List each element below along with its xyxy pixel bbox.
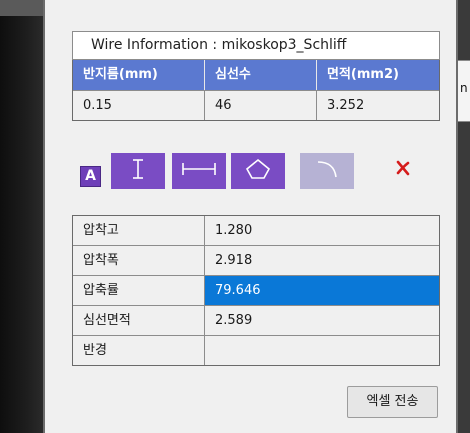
value-strand-count: 46: [205, 90, 317, 120]
arc-tool-button[interactable]: [300, 153, 354, 189]
row-label: 심선면적: [73, 306, 205, 335]
clear-measurement-button[interactable]: [392, 159, 414, 181]
measurement-panel: Wire Information : mikoskop3_Schliff 반지름…: [43, 0, 458, 433]
text-cursor-icon: [128, 157, 148, 185]
row-label: 압착폭: [73, 246, 205, 275]
measurement-table: 압착고 1.280 압착폭 2.918 압축률 79.646 심선면적 2.58…: [72, 215, 440, 366]
text-cursor-tool-button[interactable]: [111, 153, 165, 189]
red-x-icon: [394, 159, 412, 181]
polygon-tool-button[interactable]: [231, 153, 285, 189]
background-window-left: [0, 0, 43, 433]
row-value[interactable]: 2.918: [205, 246, 439, 275]
background-window-edge: [0, 0, 43, 16]
row-label: 압착고: [73, 216, 205, 245]
table-row[interactable]: 반경: [73, 335, 439, 365]
export-excel-button[interactable]: 엑셀 전송: [347, 386, 438, 418]
header-strand-count: 심선수: [205, 60, 317, 90]
fragment-text: n: [460, 81, 468, 95]
header-radius: 반지름(mm): [73, 60, 205, 90]
row-value[interactable]: [205, 336, 439, 365]
value-radius: 0.15: [73, 90, 205, 120]
value-area: 3.252: [317, 90, 439, 120]
wire-info-value-row: 0.15 46 3.252: [73, 90, 439, 120]
table-row[interactable]: 심선면적 2.589: [73, 305, 439, 335]
table-row[interactable]: 압착폭 2.918: [73, 245, 439, 275]
row-value[interactable]: 79.646: [205, 276, 439, 305]
table-row[interactable]: 압착고 1.280: [73, 216, 439, 245]
wire-info-table: 반지름(mm) 심선수 면적(mm2) 0.15 46 3.252: [72, 60, 440, 121]
polygon-icon: [245, 158, 271, 184]
wire-info-header-row: 반지름(mm) 심선수 면적(mm2): [73, 60, 439, 90]
horizontal-measure-tool-button[interactable]: [172, 153, 226, 189]
background-window-right: n: [458, 0, 470, 433]
row-value[interactable]: 1.280: [205, 216, 439, 245]
header-area: 면적(mm2): [317, 60, 439, 90]
background-window-fragment: n: [458, 60, 470, 122]
wire-info-title: Wire Information : mikoskop3_Schliff: [72, 31, 440, 60]
row-label: 압축률: [73, 276, 205, 305]
row-value[interactable]: 2.589: [205, 306, 439, 335]
table-row-selected[interactable]: 압축률 79.646: [73, 275, 439, 305]
arc-icon: [314, 158, 340, 184]
auto-mode-button[interactable]: A: [80, 166, 101, 187]
horizontal-measure-icon: [181, 159, 217, 183]
row-label: 반경: [73, 336, 205, 365]
